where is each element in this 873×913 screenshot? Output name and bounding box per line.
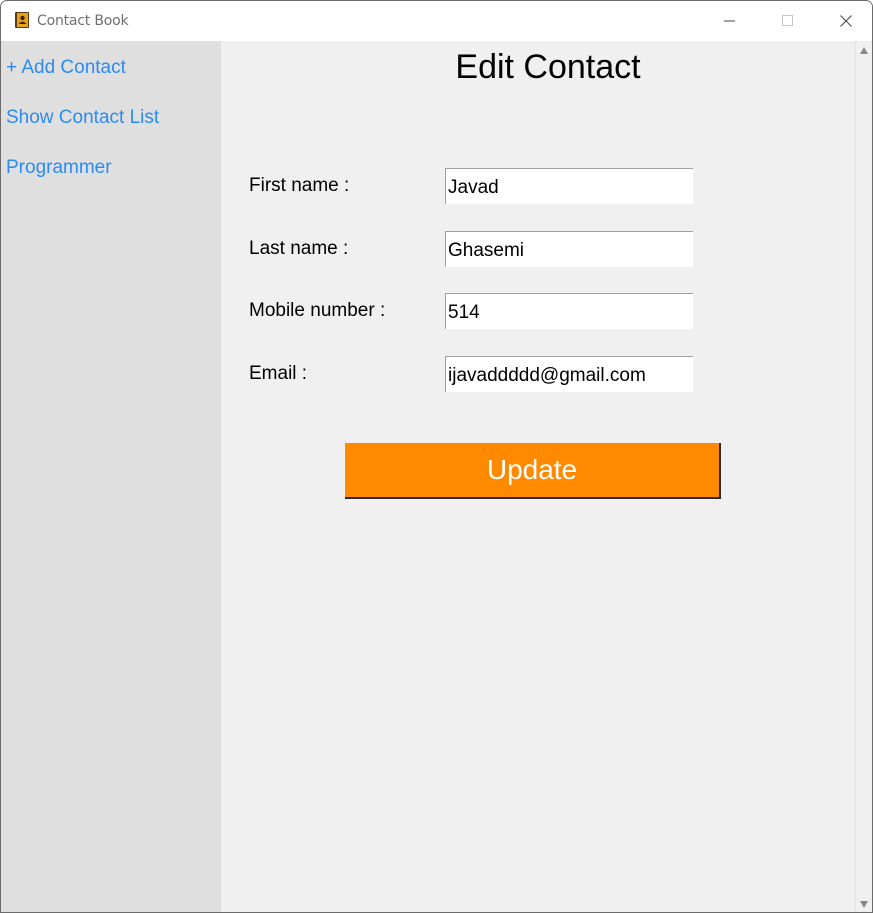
sidebar: + Add Contact Show Contact List Programm…: [1, 41, 221, 912]
app-window: Contact Book + Add Contact Show Contact …: [0, 0, 873, 913]
close-button[interactable]: [823, 1, 869, 41]
last-name-field[interactable]: [445, 231, 693, 267]
update-button[interactable]: Update: [345, 443, 721, 499]
close-icon: [840, 15, 852, 27]
maximize-button[interactable]: [765, 1, 811, 41]
minimize-button[interactable]: [707, 1, 753, 41]
mobile-number-field[interactable]: [445, 293, 693, 329]
scroll-up-icon[interactable]: [860, 47, 868, 54]
vertical-scrollbar[interactable]: [855, 41, 872, 912]
last-name-label: Last name :: [249, 238, 349, 259]
first-name-label: First name :: [249, 175, 350, 196]
email-field[interactable]: [445, 356, 693, 392]
first-name-field[interactable]: [445, 168, 693, 204]
sidebar-item-add-contact[interactable]: + Add Contact: [6, 57, 126, 79]
window-title: Contact Book: [37, 13, 129, 29]
scroll-down-icon[interactable]: [860, 901, 868, 908]
page-title: Edit Contact: [455, 48, 641, 86]
email-label: Email :: [249, 363, 308, 384]
edit-contact-panel: Edit Contact First name : Last name : Mo…: [221, 41, 855, 912]
title-bar[interactable]: Contact Book: [1, 1, 872, 41]
mobile-number-label: Mobile number :: [249, 300, 386, 321]
sidebar-item-programmer[interactable]: Programmer: [6, 157, 112, 179]
maximize-icon: [782, 15, 793, 26]
sidebar-item-show-contact-list[interactable]: Show Contact List: [6, 107, 159, 129]
minimize-icon: [724, 20, 735, 22]
contact-book-icon: [15, 12, 29, 28]
